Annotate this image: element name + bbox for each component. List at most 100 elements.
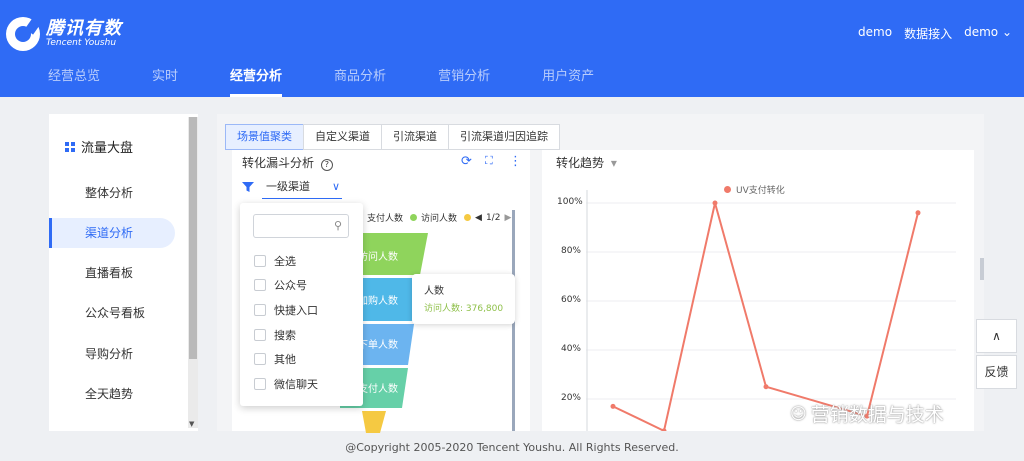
option-label: 公众号 (274, 279, 307, 292)
data-point[interactable] (915, 210, 921, 216)
more-icon[interactable]: ⋮ (509, 154, 522, 169)
filter-option-other[interactable]: 其他 (254, 351, 296, 367)
watermark-text: 营销数据与技术 (810, 404, 944, 426)
sidebar-title-label: 流量大盘 (81, 141, 134, 156)
option-label: 搜索 (274, 329, 296, 342)
y-tick-label: 20% (560, 393, 581, 403)
data-point[interactable] (661, 428, 667, 431)
funnel-tooltip: 人数 访问人数: 376,800 (412, 274, 515, 324)
tab-channel-attribution[interactable]: 引流渠道归因追踪 (448, 124, 560, 150)
sidebar-title: 流量大盘 (65, 137, 133, 156)
legend-page: 1/2 (485, 212, 501, 223)
legend-visit-label[interactable]: 访问人数 (421, 211, 457, 224)
legend-more-dot (464, 214, 472, 221)
sidebar-item-live[interactable]: 直播看板 (49, 258, 175, 288)
channel-dropdown-value: 一级渠道 (266, 180, 310, 193)
y-tick-label: 40% (560, 344, 581, 354)
help-icon[interactable]: ? (320, 159, 333, 171)
feedback-button[interactable]: 反馈 (976, 355, 1017, 389)
filter-option-wechat-chat[interactable]: 微信聊天 (254, 376, 318, 392)
chevron-down-icon: ∨ (331, 180, 340, 193)
sidebar-item-official-account[interactable]: 公众号看板 (49, 298, 175, 328)
top-header: 腾讯有数 Tencent Youshu demo 数据接入 demo ⌄ 经营总… (0, 0, 1024, 97)
channel-filter-popup: ⚲ 全选 公众号 快捷入口 搜索 其他 微信聊天 (240, 203, 363, 406)
grid-icon (65, 141, 75, 152)
channel-dropdown[interactable]: 一级渠道 ∨ (262, 177, 342, 199)
watermark: ☺ 营销数据与技术 (790, 400, 944, 427)
legend-prev-icon[interactable]: ◀ (475, 213, 482, 223)
checkbox[interactable] (254, 329, 266, 341)
user-link[interactable]: demo (858, 25, 892, 42)
filter-icon[interactable] (241, 180, 255, 197)
checkbox[interactable] (254, 353, 266, 365)
checkbox[interactable] (254, 255, 266, 267)
sidebar-item-channel[interactable]: 渠道分析 (49, 218, 175, 248)
refresh-icon[interactable]: ⟳ (461, 154, 472, 169)
search-icon: ⚲ (333, 219, 342, 232)
y-tick-label: 80% (560, 246, 581, 256)
tooltip-title: 人数 (424, 286, 444, 297)
scrollbar-thumb[interactable] (189, 117, 197, 359)
funnel-legend: 支付人数 访问人数 ◀ 1/2 ▶ (356, 211, 511, 224)
data-point[interactable] (712, 200, 718, 206)
sidebar-item-guide[interactable]: 导购分析 (49, 339, 175, 369)
y-tick-label: 100% (557, 197, 583, 207)
legend-next-icon[interactable]: ▶ (504, 213, 511, 223)
nav-item-realtime[interactable]: 实时 (152, 65, 178, 97)
data-access-link[interactable]: 数据接入 (904, 25, 952, 42)
fullscreen-icon[interactable]: ⛶ (485, 154, 493, 168)
chevron-down-icon: ⌄ (1001, 25, 1012, 39)
checkbox[interactable] (254, 378, 266, 390)
tooltip-value: 访问人数: 376,800 (424, 304, 504, 314)
filter-icon[interactable]: ▾ (611, 156, 617, 170)
logo-subtitle: Tencent Youshu (46, 38, 117, 48)
funnel-title-label: 转化漏斗分析 (242, 156, 315, 170)
tab-traffic-channel[interactable]: 引流渠道 (381, 124, 449, 150)
logo-icon (6, 17, 42, 51)
panel-scrollbar[interactable] (980, 258, 984, 280)
data-point[interactable] (610, 403, 616, 409)
nav-item-product-analysis[interactable]: 商品分析 (334, 65, 386, 97)
option-label: 快捷入口 (274, 304, 318, 317)
filter-option-all[interactable]: 全选 (254, 253, 296, 269)
data-point[interactable] (763, 384, 769, 390)
nav-item-overview[interactable]: 经营总览 (48, 65, 100, 97)
option-label: 微信聊天 (274, 378, 318, 391)
funnel-title: 转化漏斗分析 ? (242, 154, 333, 171)
nav-item-marketing-analysis[interactable]: 营销分析 (438, 65, 490, 97)
main-nav: 经营总览 实时 经营分析 商品分析 营销分析 用户资产 (48, 65, 646, 97)
account-label: demo (964, 25, 999, 39)
filter-option-official[interactable]: 公众号 (254, 277, 307, 293)
nav-item-business-analysis[interactable]: 经营分析 (230, 65, 283, 97)
funnel-label-pay: 支付人数 (358, 384, 398, 395)
header-actions: demo 数据接入 demo ⌄ (858, 25, 1012, 42)
account-menu[interactable]: demo ⌄ (964, 25, 1012, 42)
logo-title: 腾讯有数 (46, 18, 122, 39)
tab-scene-cluster[interactable]: 场景值聚类 (225, 124, 304, 150)
filter-search-input[interactable]: ⚲ (253, 214, 349, 238)
trend-title-label: 转化趋势 (556, 156, 605, 170)
filter-option-search[interactable]: 搜索 (254, 327, 296, 343)
checkbox[interactable] (254, 304, 266, 316)
back-to-top-button[interactable]: ∧ (976, 319, 1017, 353)
nav-item-user-assets[interactable]: 用户资产 (542, 65, 594, 97)
series-line (612, 202, 919, 431)
footer-copyright: @Copyright 2005-2020 Tencent Youshu. All… (345, 441, 679, 454)
funnel-label-visit: 访问人数 (358, 252, 398, 263)
filter-option-shortcut[interactable]: 快捷入口 (254, 302, 318, 318)
scroll-down-icon[interactable]: ▼ (189, 420, 194, 428)
trend-title: 转化趋势 ▾ (556, 154, 617, 171)
wechat-icon: ☺ (790, 404, 807, 423)
legend-pay-label[interactable]: 支付人数 (367, 211, 403, 224)
funnel-label-cart: 加购人数 (358, 296, 398, 307)
checkbox[interactable] (254, 279, 266, 291)
legend-visit-dot (410, 214, 418, 221)
tab-bar: 场景值聚类 自定义渠道 引流渠道 引流渠道归因追踪 (225, 124, 560, 150)
trend-chart (586, 190, 956, 431)
funnel-label-order: 下单人数 (358, 340, 398, 351)
sidebar-item-all-day[interactable]: 全天趋势 (49, 379, 175, 409)
funnel-band-extra[interactable] (362, 411, 386, 433)
sidebar-item-overall[interactable]: 整体分析 (49, 178, 175, 208)
sidebar-scrollbar[interactable] (188, 117, 198, 428)
tab-custom-channel[interactable]: 自定义渠道 (303, 124, 382, 150)
